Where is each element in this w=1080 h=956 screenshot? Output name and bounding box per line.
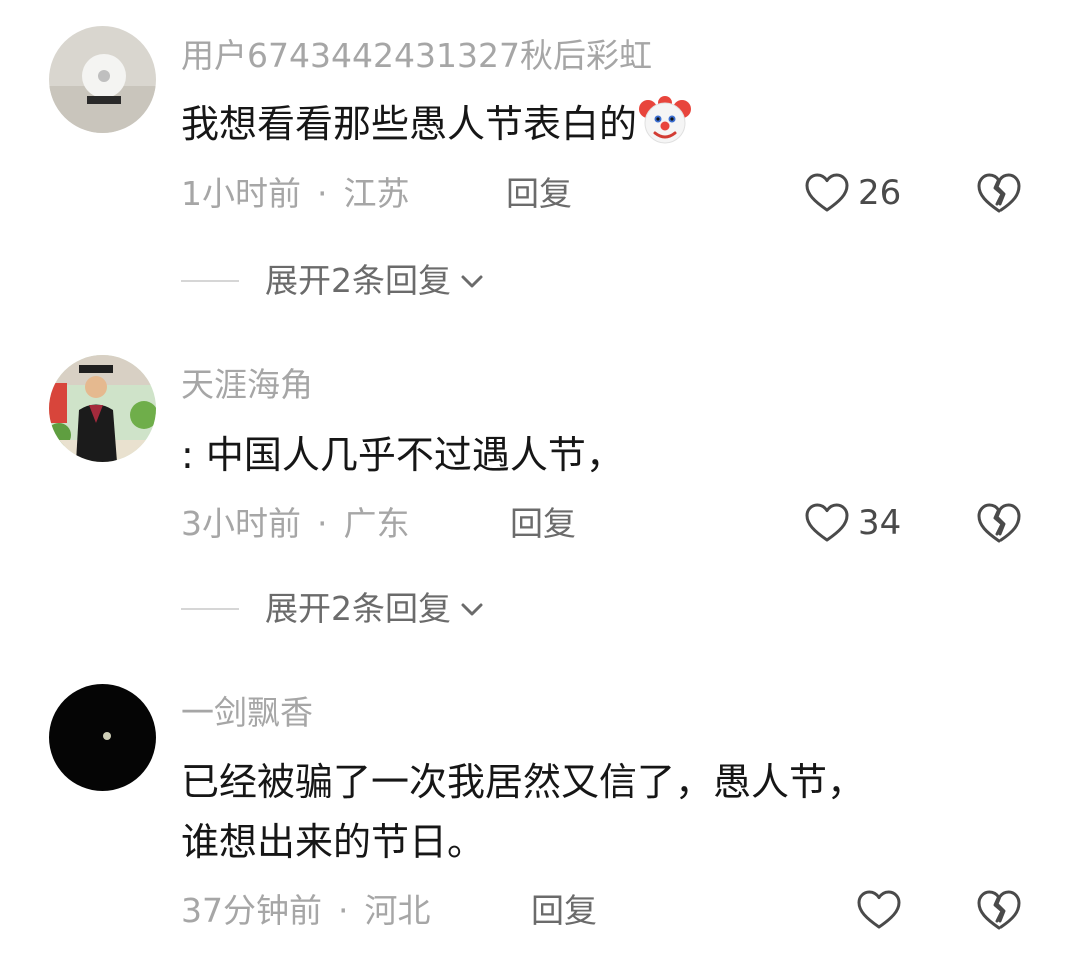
avatar-image [49,684,156,791]
dislike-button[interactable] [976,501,1022,545]
comment-text: : 中国人几乎不过遇人节， [181,433,624,477]
location: 江苏 [343,174,410,213]
avatar[interactable] [49,355,156,462]
heart-icon [805,173,849,212]
comment-text: 我想看看那些愚人节表白的 [181,94,1001,154]
broken-heart-icon [977,890,1021,930]
broken-heart-icon [977,173,1021,213]
timestamp: 3小时前 [181,504,301,543]
clown-face-icon [639,96,692,144]
like-button[interactable]: 34 [804,502,901,544]
comment-text-line: 已经被骗了一次我居然又信了，愚人节， [181,760,866,804]
username[interactable]: 天涯海角 [181,365,313,405]
expand-replies-button[interactable]: 展开2条回复 [181,261,485,301]
expand-replies-button[interactable]: 展开2条回复 [181,589,485,629]
reply-button[interactable]: 回复 [531,891,597,931]
comment-meta: 3小时前 · 广东 [181,504,410,544]
comment-meta: 37分钟前 · 河北 [181,891,431,931]
avatar[interactable] [49,26,156,133]
like-button[interactable]: 26 [804,172,901,214]
separator: · [317,174,328,213]
divider-line [181,280,239,282]
expand-replies-label: 展开2条回复 [265,589,451,628]
expand-replies-label: 展开2条回复 [265,261,451,300]
heart-icon [805,503,849,542]
timestamp: 1小时前 [181,174,301,213]
like-count: 26 [858,173,902,213]
reply-button[interactable]: 回复 [510,504,576,544]
dislike-button[interactable] [976,171,1022,215]
separator: · [338,891,349,930]
location: 广东 [343,504,410,543]
comment-text-line: 谁想出来的节日。 [181,820,486,864]
comment-meta: 1小时前 · 江苏 [181,174,410,214]
avatar-image [49,355,156,462]
dislike-button[interactable] [976,888,1022,932]
avatar[interactable] [49,684,156,791]
comment-text-body: 我想看看那些愚人节表白的 [181,102,638,146]
like-count: 34 [858,503,902,543]
location: 河北 [364,891,431,930]
timestamp: 37分钟前 [181,891,322,930]
divider-line [181,608,239,610]
username[interactable]: 用户6743442431327秋后彩虹 [181,36,652,76]
chevron-down-icon [461,275,483,288]
heart-icon [857,890,901,929]
broken-heart-icon [977,503,1021,543]
avatar-image [49,26,156,133]
chevron-down-icon [461,603,483,616]
username[interactable]: 一剑飘香 [181,693,313,733]
reply-button[interactable]: 回复 [506,174,572,214]
comment-text: 已经被骗了一次我居然又信了，愚人节， 谁想出来的节日。 [181,752,1001,872]
separator: · [317,504,328,543]
like-button[interactable] [856,889,902,931]
